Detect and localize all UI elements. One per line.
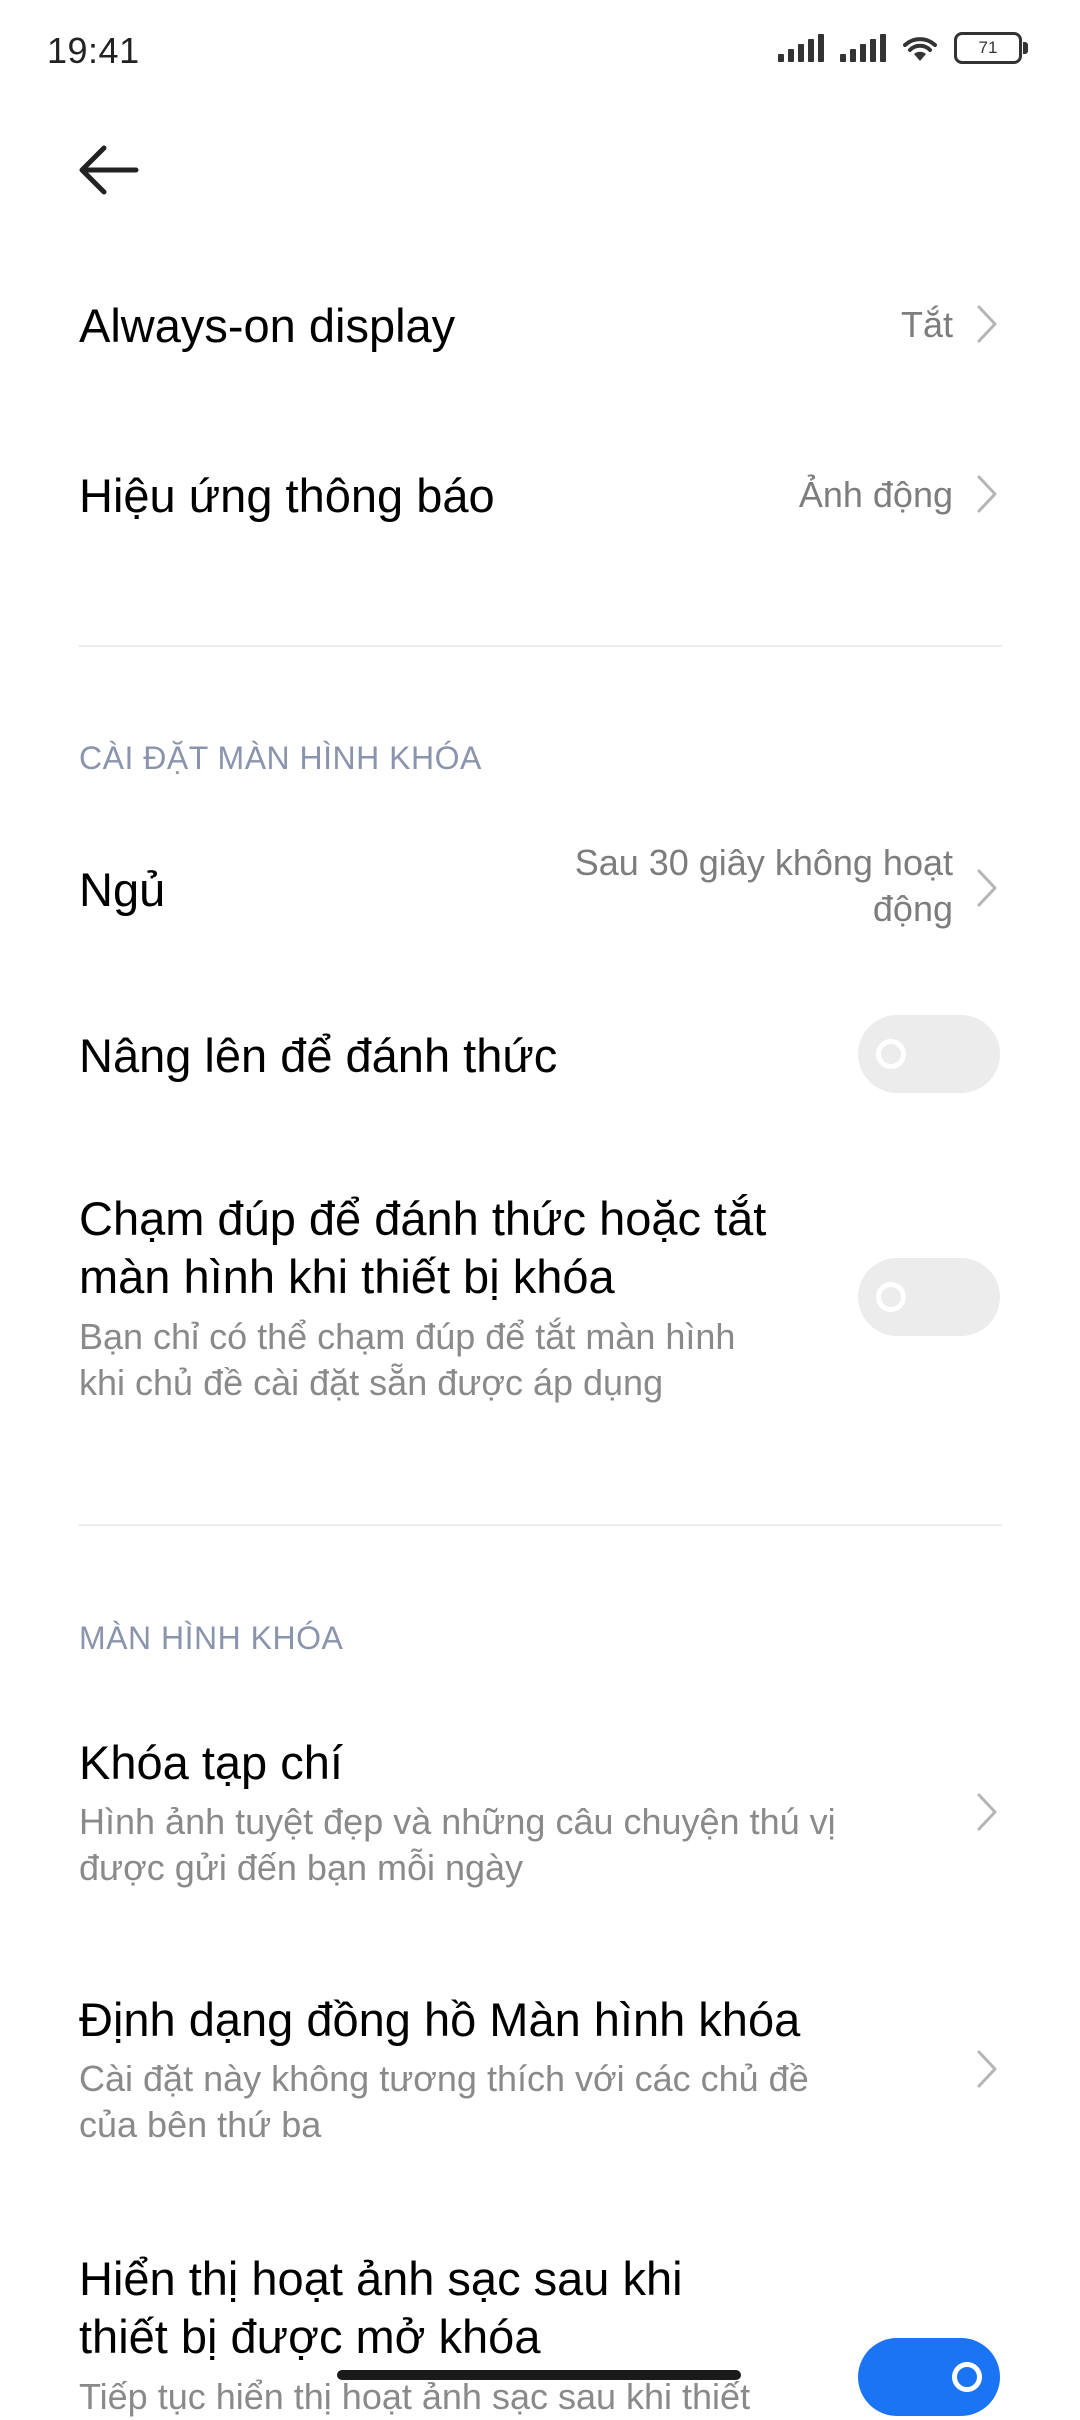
setting-value-line: động xyxy=(872,888,953,929)
setting-title: Chạm đúp để đánh thức hoặc tắt màn hình … xyxy=(79,1190,766,1306)
status-icons: 71 xyxy=(776,32,1028,64)
setting-always-on-display[interactable]: Always-on display Tắt xyxy=(0,290,1080,400)
setting-description: Hình ảnh tuyệt đẹp và những câu chuyện t… xyxy=(79,1799,836,1891)
setting-value-line: Sau 30 giây không hoạt xyxy=(574,842,953,883)
section-header-lock-settings: CÀI ĐẶT MÀN HÌNH KHÓA xyxy=(79,740,482,776)
chevron-right-icon xyxy=(977,869,997,907)
setting-value: Tắt xyxy=(900,304,953,345)
divider xyxy=(79,645,1002,647)
signal-icon xyxy=(778,34,824,62)
chevron-right-icon xyxy=(977,1793,997,1831)
divider xyxy=(79,1524,1002,1526)
setting-title: Always-on display xyxy=(79,299,456,352)
setting-title-line: Hiển thị hoạt ảnh sạc sau khi xyxy=(79,2252,683,2305)
status-bar: 19:41 71 xyxy=(0,0,1080,100)
setting-title-line: Chạm đúp để đánh thức hoặc tắt xyxy=(79,1192,767,1245)
battery-level: 71 xyxy=(978,38,998,57)
setting-magazine-lock[interactable]: Khóa tạp chí Hình ảnh tuyệt đẹp và những… xyxy=(0,1735,1080,1895)
setting-description: Tiếp tục hiển thị hoạt ảnh sạc sau khi t… xyxy=(79,2374,750,2420)
setting-description-line: được gửi đến bạn mỗi ngày xyxy=(79,1847,524,1888)
setting-lock-clock-format[interactable]: Định dạng đồng hồ Màn hình khóa Cài đặt … xyxy=(0,1992,1080,2152)
section-header-lock-screen: MÀN HÌNH KHÓA xyxy=(79,1620,344,1656)
setting-title: Hiển thị hoạt ảnh sạc sau khi thiết bị đ… xyxy=(79,2250,683,2366)
setting-title: Hiệu ứng thông báo xyxy=(79,469,495,522)
battery-icon: 71 xyxy=(954,32,1028,64)
back-arrow-icon xyxy=(79,145,139,195)
charging-animation-toggle[interactable] xyxy=(858,2338,1000,2416)
chevron-right-icon xyxy=(977,475,997,513)
setting-description-line: Hình ảnh tuyệt đẹp và những câu chuyện t… xyxy=(79,1801,836,1842)
setting-title-line: màn hình khi thiết bị khóa xyxy=(79,1250,615,1303)
setting-description-line: của bên thứ ba xyxy=(79,2104,322,2145)
setting-description-line: Cài đặt này không tương thích với các ch… xyxy=(79,2058,809,2099)
setting-description-line: Bạn chỉ có thể chạm đúp để tắt màn hình xyxy=(79,1316,736,1357)
setting-sleep[interactable]: Ngủ Sau 30 giây không hoạt động xyxy=(0,840,1080,950)
setting-raise-to-wake[interactable]: Nâng lên để đánh thức xyxy=(0,1010,1080,1110)
setting-description: Cài đặt này không tương thích với các ch… xyxy=(79,2056,809,2148)
setting-value: Ảnh động xyxy=(798,474,953,515)
status-time: 19:41 xyxy=(47,30,140,71)
setting-notification-effect[interactable]: Hiệu ứng thông báo Ảnh động xyxy=(0,460,1080,570)
raise-to-wake-toggle[interactable] xyxy=(858,1015,1000,1093)
home-indicator[interactable] xyxy=(337,2370,741,2380)
toggle-knob xyxy=(876,1039,906,1069)
setting-description-line: khi chủ đề cài đặt sẵn được áp dụng xyxy=(79,1362,664,1403)
back-button[interactable] xyxy=(74,140,144,200)
setting-description: Bạn chỉ có thể chạm đúp để tắt màn hình … xyxy=(79,1314,735,1406)
setting-title: Khóa tạp chí xyxy=(79,1736,343,1789)
signal-icon xyxy=(840,34,886,62)
double-tap-toggle[interactable] xyxy=(858,1258,1000,1336)
setting-value: Sau 30 giây không hoạt động xyxy=(575,840,953,932)
chevron-right-icon xyxy=(977,305,997,343)
toggle-knob xyxy=(952,2362,982,2392)
setting-double-tap[interactable]: Chạm đúp để đánh thức hoặc tắt màn hình … xyxy=(0,1190,1080,1420)
chevron-right-icon xyxy=(977,2050,997,2088)
setting-title-line: thiết bị được mở khóa xyxy=(79,2310,541,2363)
setting-title: Định dạng đồng hồ Màn hình khóa xyxy=(79,1993,801,2046)
wifi-icon xyxy=(903,37,937,61)
setting-title: Nâng lên để đánh thức xyxy=(79,1029,558,1082)
setting-title: Ngủ xyxy=(79,863,166,916)
setting-description-line: Tiếp tục hiển thị hoạt ảnh sạc sau khi t… xyxy=(79,2376,751,2417)
toggle-knob xyxy=(876,1282,906,1312)
